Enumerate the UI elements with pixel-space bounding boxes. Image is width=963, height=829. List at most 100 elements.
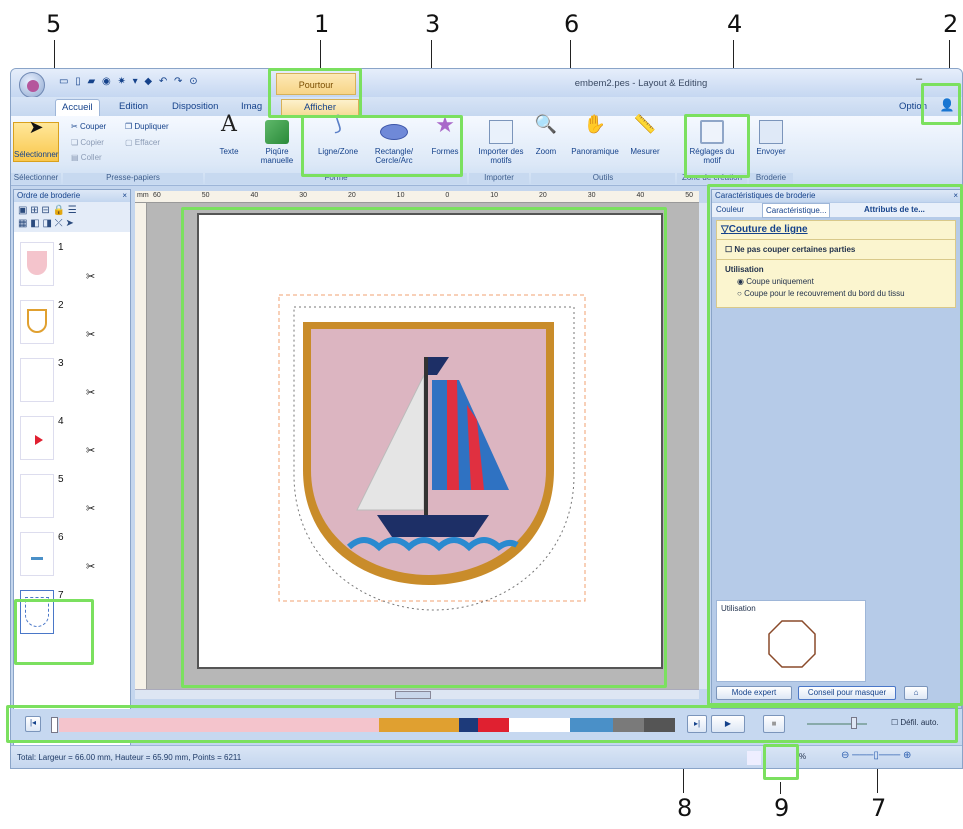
thumbnail-1[interactable] <box>20 242 54 286</box>
shapes-button[interactable]: ★ Formes <box>425 114 465 157</box>
no-cut-label: Ne pas couper certaines parties <box>734 245 856 254</box>
color-segment[interactable] <box>477 718 509 732</box>
step-forward-button[interactable]: ▸| <box>687 715 707 733</box>
send-button[interactable]: Envoyer <box>751 120 791 156</box>
order-list: 1 ✂ 2 ✂ 3 ✂ 4 ✂ 5 ✂ 6 ✂ 7 <box>14 234 130 760</box>
paste-button[interactable]: ▤ Coller <box>71 153 102 162</box>
ruler-tick: 10 <box>396 192 405 199</box>
play-button[interactable]: ▶ <box>711 715 745 733</box>
thumbnail-4[interactable] <box>20 416 54 460</box>
horizontal-ruler: mm 60 50 40 30 20 10 0 10 20 30 40 50 <box>135 191 699 203</box>
zoom-slider[interactable]: ⊖ ───▯─── ⊕ <box>841 750 961 764</box>
properties-panel: Caractéristiques de broderie × Couleur Ca… <box>711 189 962 709</box>
section-title-text: Couture de ligne <box>728 224 808 235</box>
delete-button[interactable]: ▢ Effacer <box>125 138 160 147</box>
context-tab-pourtour[interactable]: Pourtour <box>276 73 356 95</box>
color-segment[interactable] <box>459 718 478 732</box>
app-menu-button[interactable] <box>19 72 45 98</box>
color-segment[interactable] <box>644 718 675 732</box>
paste-label: Coller <box>80 153 102 162</box>
color-segment[interactable] <box>508 718 571 732</box>
close-icon[interactable]: × <box>953 191 958 200</box>
tab-afficher[interactable]: Afficher <box>281 99 359 116</box>
timeline-slider[interactable] <box>51 717 58 733</box>
app-window: ▭ ▯ ▰ ◉ ✷ ▾ ◆ ↶ ↷ ⊙ Pourtour embem2.pes … <box>10 68 963 769</box>
ruler-tick: 30 <box>299 192 307 199</box>
cut-button[interactable]: ✂ Couper <box>71 122 106 131</box>
callout-5: 5 <box>46 10 62 38</box>
group-clipboard: Presse-papiers <box>63 173 203 184</box>
home-icon[interactable]: ⌂ <box>904 686 928 700</box>
ruler-tick: 20 <box>347 192 356 199</box>
option-menu[interactable]: Option <box>893 99 933 116</box>
measure-button[interactable]: 📏 Mesurer <box>625 115 665 156</box>
stop-button[interactable]: ■ <box>763 715 785 733</box>
duplicate-button[interactable]: ❐ Dupliquer <box>125 122 169 131</box>
zoom-button[interactable]: 🔍 Zoom <box>531 115 561 156</box>
rect-circle-button[interactable]: Rectangle/ Cercle/Arc <box>366 120 422 165</box>
scissors-icon: ✂ <box>86 561 96 573</box>
close-icon[interactable]: × <box>122 191 127 200</box>
ruler-tick: 10 <box>490 192 499 199</box>
order-toolbar[interactable]: ▣ ⊞ ⊟ 🔒 ☰ ▦ ◧ ◨ ⤫ ➤ <box>14 202 130 232</box>
quick-access-toolbar[interactable]: ▭ ▯ ▰ ◉ ✷ ▾ ◆ ↶ ↷ ⊙ <box>59 76 259 90</box>
thumbnail-2[interactable] <box>20 300 54 344</box>
rect-circle-label: Rectangle/ Cercle/Arc <box>374 147 414 165</box>
color-segment[interactable] <box>379 718 460 732</box>
send-icon <box>759 120 783 144</box>
manual-punch-button[interactable]: Piqûre manuelle <box>251 120 303 165</box>
color-segment[interactable] <box>613 718 645 732</box>
thumbnail-5[interactable] <box>20 474 54 518</box>
color-sequence-bar[interactable] <box>59 718 675 732</box>
pan-button[interactable]: ✋ Panoramique <box>567 115 623 156</box>
color-segment[interactable] <box>570 718 614 732</box>
hide-tips-button[interactable]: Conseil pour masquer <box>798 686 896 700</box>
expert-mode-button[interactable]: Mode expert <box>716 686 792 700</box>
auto-scroll-label: Défil. auto. <box>900 718 939 727</box>
cut-label: Couper <box>79 122 107 131</box>
group-shape: Forme <box>205 173 467 184</box>
speed-slider[interactable] <box>807 723 867 725</box>
rewind-button[interactable]: |◂ <box>25 716 41 732</box>
text-button[interactable]: A Texte <box>211 114 247 157</box>
vertical-scrollbar[interactable] <box>699 203 707 689</box>
section-title: ▽Couture de ligne <box>721 224 808 235</box>
speed-thumb[interactable] <box>851 717 857 729</box>
thumbnail-3[interactable] <box>20 358 54 402</box>
group-select: Sélectionner <box>11 173 61 184</box>
line-sew-section: ▽Couture de ligne ☐ Ne pas couper certai… <box>716 220 956 308</box>
color-segment[interactable] <box>59 718 380 732</box>
minimize-icon[interactable]: – <box>916 73 922 85</box>
horizontal-scrollbar[interactable] <box>135 689 699 699</box>
embroidery-design[interactable] <box>199 215 661 667</box>
thumbnail-7[interactable] <box>20 590 54 634</box>
auto-scroll-checkbox[interactable]: ☐ Défil. auto. <box>891 718 939 727</box>
tab-image[interactable]: Imag <box>235 99 268 116</box>
ruler-tick: 40 <box>636 192 645 199</box>
tab-text-attributes[interactable]: Attributs de te... <box>864 205 925 214</box>
copy-button[interactable]: ❏ Copier <box>71 138 104 147</box>
thumbnail-6[interactable] <box>20 532 54 576</box>
pattern-settings-button[interactable]: Réglages du motif <box>686 120 738 165</box>
status-icon[interactable] <box>747 751 761 765</box>
ruler-unit: mm <box>137 192 149 199</box>
line-area-button[interactable]: ⟆ Ligne/Zone <box>313 114 363 156</box>
ruler-tick: 50 <box>685 192 693 199</box>
radio-cut-only[interactable]: ◉ Coupe uniquement <box>737 277 814 286</box>
design-canvas-area[interactable] <box>147 203 699 689</box>
no-cut-checkbox[interactable]: ☐ Ne pas couper certaines parties <box>725 245 855 254</box>
tab-color[interactable]: Couleur <box>716 205 744 214</box>
embroidery-order-title: Ordre de broderie × <box>14 190 130 202</box>
tab-characteristics[interactable]: Caractéristique... <box>762 203 831 218</box>
tab-accueil[interactable]: Accueil <box>55 99 100 116</box>
user-icon[interactable]: 👤 <box>937 98 957 116</box>
text-label: Texte <box>219 147 239 156</box>
radio-cut-overlap[interactable]: ○ Coupe pour le recouvrement du bord du … <box>737 289 905 298</box>
ruler-tick: 40 <box>250 192 259 199</box>
vertical-ruler <box>135 203 147 689</box>
import-patterns-button[interactable]: Importer des motifs <box>473 120 529 165</box>
select-button[interactable]: ➤ Sélectionner <box>13 118 59 162</box>
group-design-area: Zone de création <box>677 173 747 184</box>
tab-disposition[interactable]: Disposition <box>166 99 224 116</box>
tab-edition[interactable]: Edition <box>113 99 154 116</box>
